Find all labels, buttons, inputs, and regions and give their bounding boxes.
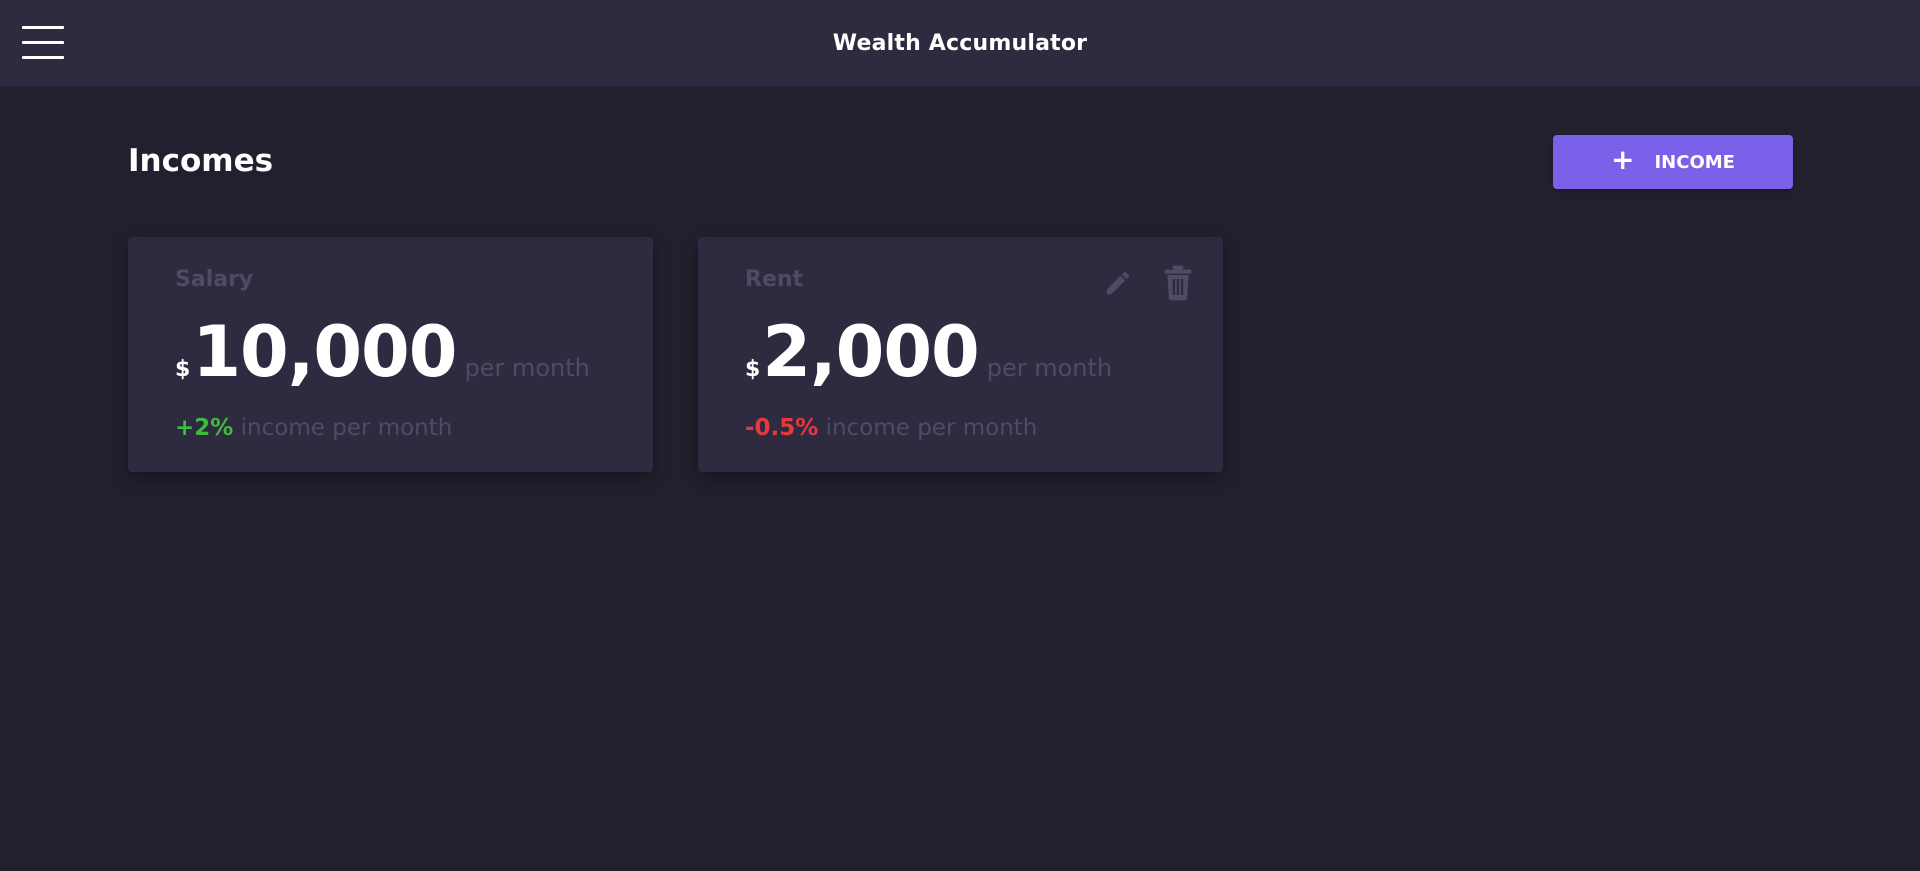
menu-line xyxy=(22,41,64,44)
income-name: Rent xyxy=(745,267,804,292)
growth-text: income per month xyxy=(825,415,1038,441)
app-bar: Wealth Accumulator xyxy=(0,0,1920,86)
income-card-rent[interactable]: Rent $ 2,000 per month -0.5% income per … xyxy=(698,237,1223,472)
trash-icon-svg xyxy=(1164,265,1192,301)
income-amount-row: $ 2,000 per month xyxy=(745,317,1112,387)
pencil-icon[interactable] xyxy=(1100,263,1136,303)
income-period: per month xyxy=(464,354,590,382)
currency-symbol: $ xyxy=(745,357,761,382)
app-title: Wealth Accumulator xyxy=(832,30,1088,56)
growth-rate: -0.5% xyxy=(745,415,819,441)
income-card-salary[interactable]: Salary $ 10,000 per month +2% income per… xyxy=(128,237,653,472)
growth-rate: +2% xyxy=(175,415,234,441)
income-amount-row: $ 10,000 per month xyxy=(175,317,590,387)
pencil-icon-svg xyxy=(1106,271,1130,295)
add-income-button[interactable]: + INCOME xyxy=(1553,135,1793,189)
page-title: Incomes xyxy=(128,143,274,179)
trash-icon[interactable] xyxy=(1160,263,1196,303)
income-growth-row: -0.5% income per month xyxy=(745,415,1037,441)
income-growth-row: +2% income per month xyxy=(175,415,452,441)
income-amount: 2,000 xyxy=(762,311,979,393)
add-income-label: INCOME xyxy=(1654,151,1735,173)
income-period: per month xyxy=(986,354,1113,382)
income-name: Salary xyxy=(175,267,254,292)
menu-line xyxy=(22,26,64,29)
menu-line xyxy=(22,56,64,59)
plus-icon: + xyxy=(1611,143,1635,176)
currency-symbol: $ xyxy=(175,357,191,382)
hamburger-menu-icon[interactable] xyxy=(22,25,64,61)
income-amount: 10,000 xyxy=(192,311,457,393)
growth-text: income per month xyxy=(240,415,453,441)
